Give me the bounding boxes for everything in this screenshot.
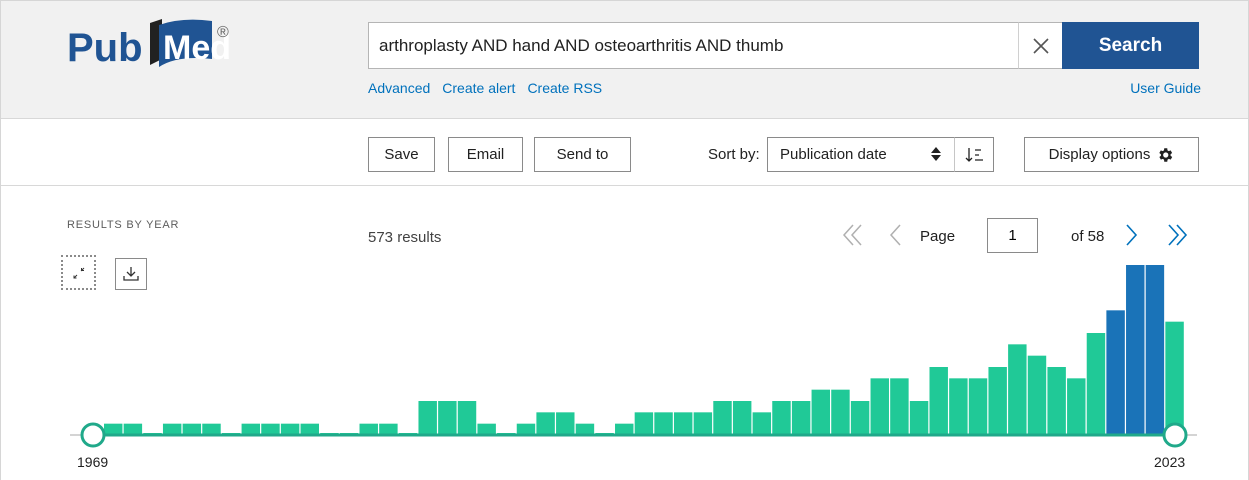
year-bar-1976[interactable] [241, 423, 261, 435]
double-chevron-right-icon[interactable] [1164, 222, 1190, 248]
chevron-left-icon[interactable] [886, 222, 906, 248]
year-bar-2023[interactable] [1165, 321, 1184, 435]
year-bar-2013[interactable] [968, 378, 988, 435]
clear-search-button[interactable] [1018, 22, 1062, 69]
year-bar-2018[interactable] [1067, 378, 1086, 435]
actions-bar: Save Email Send to Sort by: Publication … [1, 120, 1248, 186]
year-bar-2006[interactable] [831, 389, 850, 435]
create-alert-link[interactable]: Create alert [442, 80, 515, 96]
year-bar-1974[interactable] [202, 423, 221, 435]
range-start-year: 1969 [77, 454, 109, 470]
chevron-right-icon[interactable] [1121, 222, 1141, 248]
year-bar-1977[interactable] [261, 423, 280, 435]
year-bar-1995[interactable] [615, 423, 634, 435]
year-bar-1998[interactable] [673, 412, 693, 435]
year-bar-1997[interactable] [654, 412, 673, 435]
email-button[interactable]: Email [448, 137, 523, 172]
year-bar-1990[interactable] [516, 423, 536, 435]
year-bar-2017[interactable] [1047, 367, 1066, 435]
page-number-input[interactable] [987, 218, 1038, 253]
close-icon [1032, 37, 1049, 54]
header-links: Advanced Create alert Create RSS [368, 80, 614, 96]
year-bar-2022[interactable] [1145, 265, 1165, 435]
gear-icon [1159, 147, 1173, 162]
year-bar-2001[interactable] [732, 401, 752, 435]
results-by-year-chart [70, 265, 1197, 448]
sort-value: Publication date [780, 146, 887, 163]
search-box [368, 22, 1018, 69]
year-bar-2005[interactable] [811, 389, 831, 435]
save-button[interactable]: Save [368, 137, 435, 172]
year-bar-1999[interactable] [693, 412, 713, 435]
year-bar-1996[interactable] [634, 412, 654, 435]
year-bar-1969[interactable] [104, 423, 123, 435]
year-bar-2019[interactable] [1086, 333, 1106, 435]
year-bar-2004[interactable] [791, 401, 811, 435]
display-options-label: Display options [1048, 146, 1151, 163]
year-bar-1983[interactable] [379, 423, 398, 435]
display-options-button[interactable]: Display options [1024, 137, 1199, 172]
search-button[interactable]: Search [1062, 22, 1199, 69]
user-guide-link[interactable]: User Guide [1130, 80, 1201, 96]
year-bar-1993[interactable] [575, 423, 595, 435]
year-bar-1978[interactable] [280, 423, 300, 435]
search-input[interactable] [369, 23, 1009, 68]
sort-label: Sort by: [708, 146, 760, 163]
year-bar-1988[interactable] [477, 423, 496, 435]
results-by-year-title: RESULTS BY YEAR [67, 219, 180, 231]
year-bar-2020[interactable] [1106, 310, 1125, 435]
up-down-arrows-icon [931, 147, 941, 161]
range-start-handle[interactable] [80, 422, 106, 448]
year-bar-1972[interactable] [162, 423, 182, 435]
year-bar-2002[interactable] [752, 412, 772, 435]
year-bar-2009[interactable] [890, 378, 909, 435]
page-label: Page [920, 228, 956, 245]
year-bar-1982[interactable] [359, 423, 378, 435]
create-rss-link[interactable]: Create RSS [527, 80, 602, 96]
double-chevron-left-icon[interactable] [840, 222, 866, 248]
year-bar-2016[interactable] [1027, 355, 1047, 435]
sort-descending-icon [965, 147, 983, 162]
year-bar-2010[interactable] [909, 401, 929, 435]
page-total-label: of 58 [1071, 228, 1105, 245]
results-count: 573 results [368, 229, 442, 246]
year-bar-1973[interactable] [182, 423, 202, 435]
year-bar-2007[interactable] [850, 401, 870, 435]
year-bar-1985[interactable] [418, 401, 437, 435]
year-bar-2008[interactable] [870, 378, 889, 435]
send-to-button[interactable]: Send to [534, 137, 631, 172]
year-bar-2003[interactable] [772, 401, 791, 435]
year-bar-2012[interactable] [949, 378, 968, 435]
logo-pub: Pub [67, 26, 143, 70]
range-end-year: 2023 [1154, 454, 1186, 470]
year-bar-1992[interactable] [556, 412, 575, 435]
bars-group [104, 265, 1184, 435]
year-bar-2014[interactable] [988, 367, 1007, 435]
year-bar-1991[interactable] [536, 412, 555, 435]
year-bar-2011[interactable] [929, 367, 948, 435]
year-bar-1979[interactable] [300, 423, 319, 435]
logo-registered: ® [217, 24, 229, 41]
sort-order-button[interactable] [954, 137, 994, 172]
year-bar-2015[interactable] [1008, 344, 1027, 435]
year-bar-2000[interactable] [713, 401, 732, 435]
year-bar-1970[interactable] [123, 423, 143, 435]
sort-select[interactable]: Publication date [767, 137, 955, 172]
advanced-link[interactable]: Advanced [368, 80, 430, 96]
range-end-handle[interactable] [1162, 422, 1188, 448]
year-bar-1986[interactable] [438, 401, 457, 435]
pubmed-logo[interactable]: Pub Med ® [67, 15, 297, 75]
year-bar-2021[interactable] [1126, 265, 1145, 435]
year-bar-1987[interactable] [457, 401, 477, 435]
